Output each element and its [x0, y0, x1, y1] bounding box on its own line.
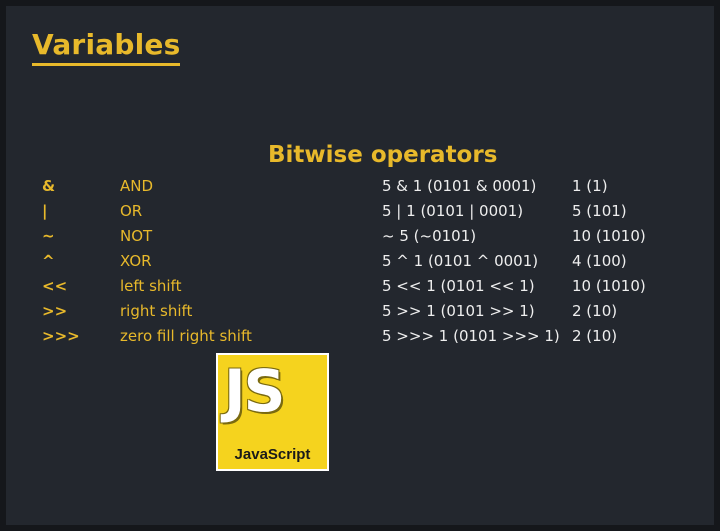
operator-example: 5 >> 1 (0101 >> 1) [382, 302, 535, 320]
operator-row: >>> zero fill right shift 5 >>> 1 (0101 … [6, 324, 714, 349]
operator-row: | OR 5 | 1 (0101 | 0001) 5 (101) [6, 199, 714, 224]
operator-row: ^ XOR 5 ^ 1 (0101 ^ 0001) 4 (100) [6, 249, 714, 274]
operator-example: 5 >>> 1 (0101 >>> 1) [382, 327, 560, 345]
operator-result: 5 (101) [572, 202, 627, 220]
operator-example: 5 ^ 1 (0101 ^ 0001) [382, 252, 539, 270]
section-title: Bitwise operators [268, 142, 498, 168]
operator-example: 5 | 1 (0101 | 0001) [382, 202, 524, 220]
slide: Variables Bitwise operators & AND 5 & 1 … [0, 0, 720, 531]
operator-result: 4 (100) [572, 252, 627, 270]
operator-name: left shift [120, 277, 182, 295]
operator-row: & AND 5 & 1 (0101 & 0001) 1 (1) [6, 174, 714, 199]
operator-example: ~ 5 (~0101) [382, 227, 477, 245]
operators-table: & AND 5 & 1 (0101 & 0001) 1 (1) | OR 5 |… [6, 174, 714, 349]
operator-symbol: ~ [42, 227, 55, 245]
page-title: Variables [32, 28, 181, 66]
operator-symbol: >>> [42, 327, 80, 345]
operator-name: OR [120, 202, 143, 220]
javascript-logo: JS JavaScript [216, 353, 329, 471]
operator-symbol: & [42, 177, 56, 195]
operator-symbol: | [42, 202, 48, 220]
operator-symbol: ^ [42, 252, 55, 270]
operator-result: 2 (10) [572, 327, 618, 345]
operator-result: 10 (1010) [572, 227, 646, 245]
operator-example: 5 << 1 (0101 << 1) [382, 277, 535, 295]
operator-result: 1 (1) [572, 177, 608, 195]
operator-result: 2 (10) [572, 302, 618, 320]
js-logo-name: JavaScript [234, 446, 311, 463]
operator-name: AND [120, 177, 154, 195]
operator-name: XOR [120, 252, 152, 270]
operator-row: ~ NOT ~ 5 (~0101) 10 (1010) [6, 224, 714, 249]
operator-name: right shift [120, 302, 193, 320]
operator-name: NOT [120, 227, 153, 245]
operator-example: 5 & 1 (0101 & 0001) [382, 177, 537, 195]
operator-symbol: << [42, 277, 68, 295]
operator-name: zero fill right shift [120, 327, 252, 345]
operator-result: 10 (1010) [572, 277, 646, 295]
operator-row: << left shift 5 << 1 (0101 << 1) 10 (101… [6, 274, 714, 299]
operator-row: >> right shift 5 >> 1 (0101 >> 1) 2 (10) [6, 299, 714, 324]
operator-symbol: >> [42, 302, 68, 320]
js-logo-letters: JS [224, 357, 285, 425]
